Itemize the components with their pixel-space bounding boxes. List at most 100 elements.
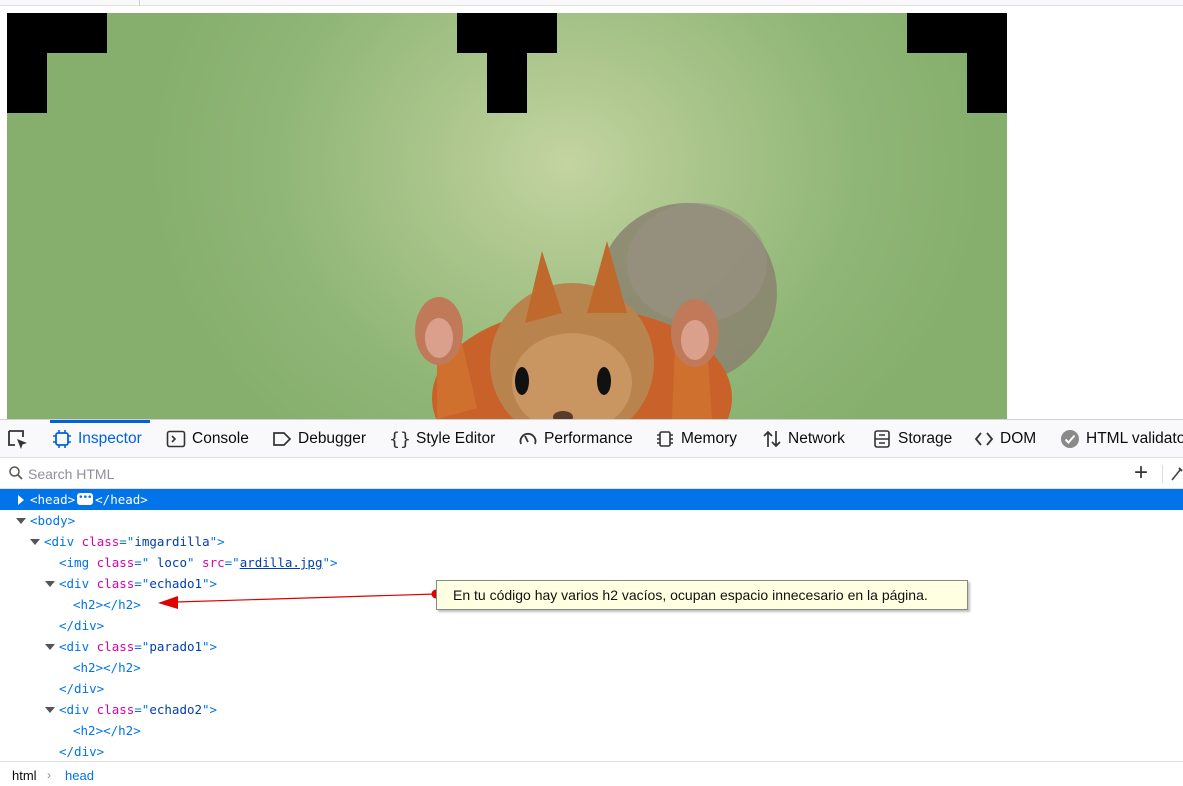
annotation-callout: En tu código hay varios h2 vacíos, ocupa… bbox=[436, 580, 968, 610]
expand-arrow-icon[interactable] bbox=[15, 489, 27, 510]
tag-text: <div bbox=[59, 702, 97, 717]
attr-name: class bbox=[96, 576, 135, 591]
punct: "> bbox=[202, 702, 218, 717]
tree-node-div-close[interactable]: </div> bbox=[0, 741, 1183, 761]
element-picker-icon[interactable] bbox=[6, 428, 32, 452]
tree-node-div-close[interactable]: </div> bbox=[0, 615, 1183, 636]
tree-node-img[interactable]: <img class=" loco" src="ardilla.jpg"> bbox=[0, 552, 1183, 573]
tab-dom[interactable]: DOM bbox=[974, 420, 1036, 458]
black-block bbox=[907, 13, 1007, 53]
tab-label: HTML validato bbox=[1086, 430, 1183, 447]
chevron-right-icon: › bbox=[47, 768, 51, 782]
punct: "> bbox=[209, 534, 225, 549]
punct: =" bbox=[224, 555, 240, 570]
squirrel-photo bbox=[7, 13, 1007, 419]
tree-node-h2[interactable]: <h2></h2> bbox=[0, 720, 1183, 741]
chevrons-icon bbox=[974, 429, 994, 449]
tag-text: </div> bbox=[59, 681, 105, 696]
tag-text: <div bbox=[44, 534, 82, 549]
attr-value: echado2 bbox=[149, 702, 203, 717]
eyedropper-icon[interactable] bbox=[1170, 466, 1183, 487]
tree-node-div-close[interactable]: </div> bbox=[0, 678, 1183, 699]
punct: "> bbox=[202, 639, 218, 654]
tab-label: Network bbox=[788, 430, 845, 447]
attr-value: loco bbox=[149, 555, 187, 570]
black-block bbox=[967, 53, 1007, 113]
tab-label: Debugger bbox=[298, 430, 367, 447]
tag-text: <div bbox=[59, 639, 97, 654]
tag-text: </head> bbox=[95, 492, 148, 507]
tab-performance[interactable]: Performance bbox=[518, 420, 633, 458]
breadcrumb: html › head bbox=[0, 761, 1183, 786]
search-bar: + bbox=[0, 458, 1183, 489]
tab-label: Performance bbox=[544, 430, 633, 447]
tag-text: <div bbox=[59, 576, 97, 591]
tab-inspector[interactable]: Inspector bbox=[50, 420, 150, 458]
black-block bbox=[7, 13, 107, 53]
tab-label: Memory bbox=[681, 430, 737, 447]
tag-text: <h2></h2> bbox=[73, 660, 141, 675]
tab-storage[interactable]: Storage bbox=[872, 420, 952, 458]
braces-icon: {} bbox=[389, 428, 411, 450]
punct: =" bbox=[134, 639, 150, 654]
search-html-input[interactable] bbox=[28, 464, 528, 484]
add-node-icon[interactable]: + bbox=[1134, 461, 1148, 485]
punct: =" bbox=[119, 534, 135, 549]
tree-node-h2[interactable]: <h2></h2> bbox=[0, 657, 1183, 678]
attr-name: class bbox=[96, 555, 135, 570]
attr-name: class bbox=[96, 702, 135, 717]
tab-label: Style Editor bbox=[416, 430, 496, 447]
collapse-arrow-icon[interactable] bbox=[44, 573, 56, 594]
collapse-arrow-icon[interactable] bbox=[44, 699, 56, 720]
collapsed-ellipsis-icon[interactable] bbox=[77, 489, 94, 509]
tab-memory[interactable]: Memory bbox=[655, 420, 737, 458]
src-link[interactable]: ardilla.jpg bbox=[240, 555, 323, 570]
attr-value: parado1 bbox=[149, 639, 203, 654]
console-icon bbox=[166, 429, 186, 449]
tree-node-div-parado1[interactable]: <div class="parado1"> bbox=[0, 636, 1183, 657]
attr-value: imgardilla bbox=[134, 534, 210, 549]
tag-text: <h2></h2> bbox=[73, 723, 141, 738]
breadcrumb-item-html[interactable]: html bbox=[12, 768, 37, 783]
punct: =" bbox=[134, 702, 150, 717]
browser-top-strip bbox=[0, 0, 1183, 6]
divider bbox=[1162, 465, 1163, 483]
tab-label: Storage bbox=[898, 430, 953, 447]
tab-style-editor[interactable]: {} Style Editor bbox=[389, 420, 496, 458]
check-circle-icon bbox=[1060, 429, 1080, 449]
tab-label: Inspector bbox=[78, 430, 142, 447]
collapse-arrow-icon[interactable] bbox=[44, 636, 56, 657]
tab-label: DOM bbox=[1000, 430, 1037, 447]
tree-node-body[interactable]: <body> bbox=[0, 510, 1183, 531]
tab-debugger[interactable]: Debugger bbox=[272, 420, 366, 458]
tag-text: <head> bbox=[30, 492, 76, 507]
attr-value: echado1 bbox=[149, 576, 203, 591]
storage-icon bbox=[872, 429, 892, 449]
tag-text: </div> bbox=[59, 744, 105, 759]
punct: "> bbox=[202, 576, 218, 591]
tree-node-div-echado2[interactable]: <div class="echado2"> bbox=[0, 699, 1183, 720]
memory-chip-icon bbox=[655, 429, 675, 449]
inspector-icon bbox=[52, 429, 72, 449]
tab-console[interactable]: Console bbox=[166, 420, 249, 458]
collapse-arrow-icon[interactable] bbox=[15, 510, 27, 531]
black-block bbox=[457, 13, 557, 53]
tag-text: <h2></h2> bbox=[73, 597, 141, 612]
breadcrumb-item-head[interactable]: head bbox=[65, 768, 94, 783]
punct: =" bbox=[134, 576, 150, 591]
up-down-arrows-icon bbox=[762, 429, 782, 449]
debugger-icon bbox=[272, 429, 292, 449]
search-icon bbox=[9, 466, 23, 485]
tab-label: Console bbox=[192, 430, 249, 447]
tab-network[interactable]: Network bbox=[762, 420, 845, 458]
tab-html-validator[interactable]: HTML validato bbox=[1060, 420, 1183, 458]
tag-text: <img bbox=[59, 555, 97, 570]
collapse-arrow-icon[interactable] bbox=[29, 531, 41, 552]
tree-node-head[interactable]: <head> </head> bbox=[0, 489, 1183, 510]
attr-name: class bbox=[96, 639, 135, 654]
browser-tab-stub[interactable] bbox=[0, 0, 140, 6]
gauge-icon bbox=[518, 429, 538, 449]
black-block bbox=[487, 53, 527, 113]
tree-node-div-imgardilla[interactable]: <div class="imgardilla"> bbox=[0, 531, 1183, 552]
punct: " bbox=[186, 555, 203, 570]
